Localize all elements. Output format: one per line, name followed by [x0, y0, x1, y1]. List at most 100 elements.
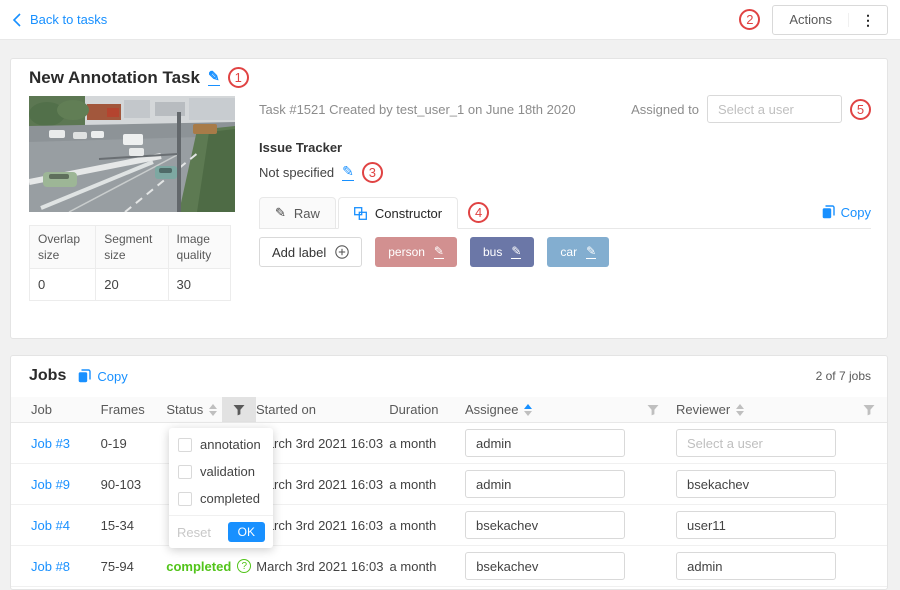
reviewer-input[interactable]: [676, 429, 836, 457]
jobs-count: 2 of 7 jobs: [816, 369, 871, 383]
column-header-frames: Frames: [101, 402, 167, 417]
param-value-quality: 30: [168, 269, 230, 301]
task-assignee-input[interactable]: [707, 95, 842, 123]
task-details-card: New Annotation Task ✎ 1: [10, 58, 888, 339]
actions-button-label: Actions: [773, 12, 848, 27]
actions-button[interactable]: Actions ⋮: [772, 5, 888, 35]
column-header-status[interactable]: Status: [166, 402, 222, 417]
status-filter-icon[interactable]: [222, 397, 256, 422]
filter-option-validation-label: validation: [200, 464, 255, 479]
edit-title-icon[interactable]: ✎: [208, 69, 220, 85]
edit-label-icon[interactable]: ✎: [511, 245, 521, 259]
job-duration: a month: [390, 559, 456, 574]
labels-tabs-bar: ✎ Raw Constructor 4: [259, 196, 871, 229]
job-row-9: Job #9 90-103 March 3rd 2021 16:03 a mon…: [11, 464, 887, 505]
assignee-input[interactable]: [465, 511, 625, 539]
checkbox-annotation[interactable]: [178, 438, 192, 452]
add-label-button-label: Add label: [272, 245, 326, 260]
annotation-circle-3: 3: [362, 162, 383, 183]
param-value-segment: 20: [96, 269, 168, 301]
filter-option-annotation-label: annotation: [200, 437, 261, 452]
annotation-circle-4: 4: [468, 202, 489, 223]
edit-issue-tracker-icon[interactable]: ✎: [342, 164, 354, 180]
reviewer-filter-icon[interactable]: [851, 404, 887, 416]
annotation-circle-5: 5: [850, 99, 871, 120]
back-to-tasks-link[interactable]: Back to tasks: [12, 12, 107, 27]
back-to-tasks-label: Back to tasks: [30, 12, 107, 27]
job-link[interactable]: Job #3: [31, 436, 70, 451]
filter-option-validation[interactable]: validation: [169, 458, 273, 485]
jobs-table-header: Job Frames Status Started on Duration As…: [11, 397, 887, 423]
filter-option-completed-label: completed: [200, 491, 260, 506]
annotation-circle-2: 2: [739, 9, 760, 30]
job-frames: 15-34: [101, 518, 167, 533]
job-started-on: March 3rd 2021 16:03: [256, 436, 389, 451]
label-tag-car-name: car: [560, 245, 577, 259]
assignee-input[interactable]: [465, 429, 625, 457]
job-duration: a month: [389, 518, 455, 533]
copy-icon: [822, 205, 835, 219]
filter-option-annotation[interactable]: annotation: [169, 431, 273, 458]
sort-icon[interactable]: [209, 404, 217, 416]
tab-constructor[interactable]: Constructor: [338, 197, 458, 229]
edit-label-icon[interactable]: ✎: [434, 245, 444, 259]
param-header-segment: Segment size: [96, 226, 168, 269]
job-frames: 90-103: [101, 477, 167, 492]
param-header-overlap: Overlap size: [30, 226, 96, 269]
add-label-button[interactable]: Add label: [259, 237, 362, 267]
job-link[interactable]: Job #8: [31, 559, 70, 574]
reviewer-input[interactable]: [676, 470, 836, 498]
task-meta-text: Task #1521 Created by test_user_1 on Jun…: [259, 102, 576, 117]
chevron-left-icon: [12, 13, 21, 27]
task-parameters-table: Overlap size Segment size Image quality …: [29, 225, 231, 301]
sort-icon[interactable]: [736, 404, 744, 416]
block-icon: [354, 207, 367, 220]
filter-ok-button[interactable]: OK: [228, 522, 265, 542]
checkbox-validation[interactable]: [178, 465, 192, 479]
jobs-copy-link[interactable]: Copy: [78, 369, 127, 384]
checkbox-completed[interactable]: [178, 492, 192, 506]
road-scene-image: [29, 96, 235, 212]
reviewer-input[interactable]: [676, 511, 836, 539]
tab-raw[interactable]: ✎ Raw: [259, 197, 336, 229]
job-link[interactable]: Job #4: [31, 518, 70, 533]
copy-icon: [78, 369, 91, 383]
column-header-job: Job: [11, 402, 101, 417]
tab-raw-label: Raw: [294, 206, 320, 221]
annotation-circle-1: 1: [228, 67, 249, 88]
label-tag-person-name: person: [388, 245, 425, 259]
job-row-8: Job #8 75-94 completed ? March 3rd 2021 …: [11, 546, 887, 587]
assigned-to-label: Assigned to: [631, 102, 699, 117]
job-started-on: March 3rd 2021 16:03: [256, 477, 389, 492]
label-tag-bus[interactable]: bus ✎: [470, 237, 534, 267]
jobs-title: Jobs: [29, 367, 66, 385]
topbar: Back to tasks 2 Actions ⋮: [0, 0, 900, 40]
assignee-input[interactable]: [465, 470, 625, 498]
filter-option-completed[interactable]: completed: [169, 485, 273, 512]
sort-icon-active[interactable]: [524, 404, 532, 416]
param-value-overlap: 0: [30, 269, 96, 301]
label-tag-person[interactable]: person ✎: [375, 237, 457, 267]
labels-copy-label: Copy: [841, 205, 871, 220]
task-title-row: New Annotation Task ✎ 1: [29, 67, 249, 88]
task-preview-image: [29, 96, 235, 212]
filter-reset-button[interactable]: Reset: [177, 525, 211, 540]
column-header-duration: Duration: [389, 402, 455, 417]
issue-tracker-label: Issue Tracker: [259, 140, 871, 155]
job-row-3: Job #3 0-19 March 3rd 2021 16:03 a month: [11, 423, 887, 464]
column-header-assignee[interactable]: Assignee: [455, 402, 640, 417]
plus-circle-icon: [335, 245, 349, 259]
column-header-reviewer[interactable]: Reviewer: [666, 402, 851, 417]
label-tag-car[interactable]: car ✎: [547, 237, 609, 267]
edit-label-icon[interactable]: ✎: [586, 245, 596, 259]
job-frames: 0-19: [101, 436, 167, 451]
reviewer-input[interactable]: [676, 552, 836, 580]
assignee-filter-icon[interactable]: [640, 404, 666, 416]
jobs-copy-label: Copy: [97, 369, 127, 384]
job-duration: a month: [389, 477, 455, 492]
assignee-input[interactable]: [465, 552, 625, 580]
kebab-menu-icon[interactable]: ⋮: [848, 13, 887, 27]
job-link[interactable]: Job #9: [31, 477, 70, 492]
job-started-on: March 3rd 2021 16:03: [256, 518, 389, 533]
labels-copy-link[interactable]: Copy: [822, 205, 871, 220]
